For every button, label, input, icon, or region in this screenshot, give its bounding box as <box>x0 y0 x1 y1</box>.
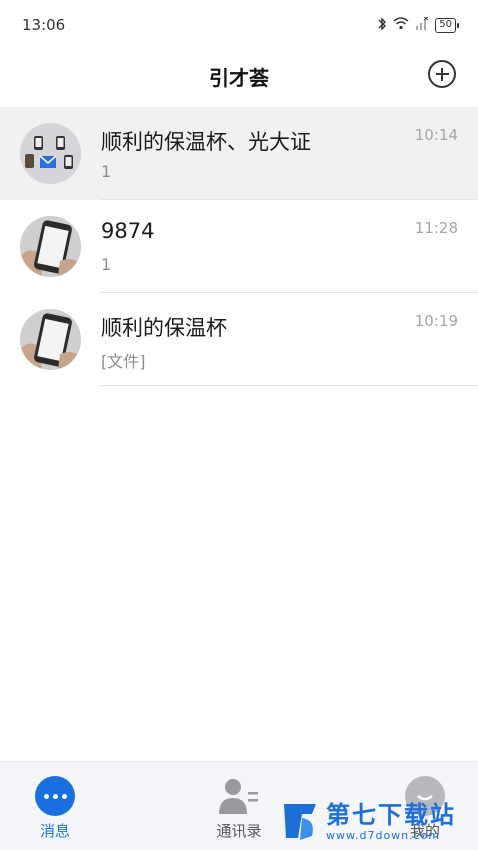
conversation-item[interactable]: 顺利的保温杯、光大证 1 10:14 <box>0 107 478 200</box>
conversation-preview: 1 <box>101 162 112 181</box>
watermark-url: www.d7down.com <box>326 828 441 842</box>
conversation-name: 9874 <box>101 219 155 243</box>
conversation-preview: 1 <box>101 255 112 274</box>
page-title: 引才荟 <box>209 65 269 90</box>
conversation-list: 顺利的保温杯、光大证 1 10:14 9874 1 11:28 顺利的保温杯 [… <box>0 107 478 386</box>
conversation-time: 11:28 <box>414 219 458 237</box>
watermark-title: 第七下载站 <box>326 800 456 829</box>
watermark-text: 第七下载站 www.d7down.com <box>326 801 456 842</box>
conversation-item[interactable]: 9874 1 11:28 <box>0 200 478 293</box>
bluetooth-icon <box>377 16 387 34</box>
phone-photo-avatar <box>20 216 81 277</box>
conversation-body: 顺利的保温杯、光大证 1 10:14 <box>101 107 478 200</box>
battery-indicator: 50 <box>435 17 459 33</box>
conversation-item[interactable]: 顺利的保温杯 [文件] 10:19 <box>0 293 478 386</box>
nav-label: 消息 <box>39 822 70 840</box>
watermark-logo-icon <box>282 800 320 842</box>
conversation-name: 顺利的保温杯 <box>101 316 227 340</box>
signal-icon <box>415 16 429 33</box>
group-avatar <box>20 123 81 184</box>
nav-item-messages[interactable]: 消息 <box>0 762 115 850</box>
status-bar: 13:06 50 <box>0 0 478 50</box>
app-header: 引才荟 <box>0 50 478 102</box>
status-icons: 50 <box>377 16 459 34</box>
watermark: 第七下载站 www.d7down.com <box>282 800 456 842</box>
conversation-preview: [文件] <box>101 352 146 371</box>
conversation-body: 顺利的保温杯 [文件] 10:19 <box>101 293 478 386</box>
chat-bubble-icon <box>35 776 75 816</box>
nav-label: 通讯录 <box>216 822 262 840</box>
conversation-name: 顺利的保温杯、光大证 <box>101 130 311 154</box>
wifi-icon <box>393 17 409 33</box>
conversation-body: 9874 1 11:28 <box>101 200 478 293</box>
add-icon[interactable] <box>428 60 456 88</box>
conversation-time: 10:19 <box>414 312 458 330</box>
contacts-icon <box>219 776 259 816</box>
conversation-time: 10:14 <box>414 126 458 144</box>
phone-photo-avatar <box>20 309 81 370</box>
nav-item-contacts[interactable]: 通讯录 <box>179 762 299 850</box>
status-time: 13:06 <box>22 16 66 34</box>
